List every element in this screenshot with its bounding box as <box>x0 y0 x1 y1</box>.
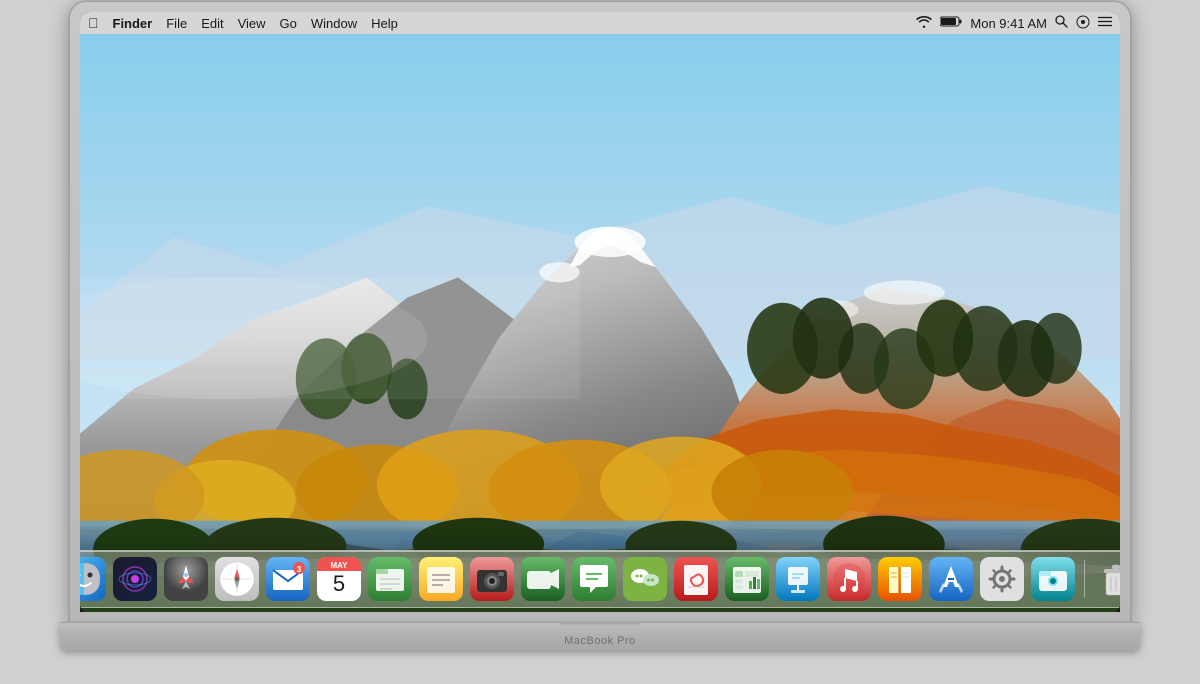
menubar:  Finder File Edit View Go Window Help <box>80 12 1120 34</box>
macbook-outer:  Finder File Edit View Go Window Help <box>50 2 1150 682</box>
dock-photos[interactable] <box>1030 556 1076 602</box>
screen:  Finder File Edit View Go Window Help <box>80 12 1120 612</box>
svg-text:5: 5 <box>333 571 345 596</box>
dock-photobooth[interactable] <box>469 556 515 602</box>
dock-facetime[interactable] <box>520 556 566 602</box>
window-menu[interactable]: Window <box>311 16 357 31</box>
view-menu[interactable]: View <box>238 16 266 31</box>
help-menu[interactable]: Help <box>371 16 398 31</box>
siri-icon[interactable] <box>1076 15 1090 32</box>
svg-text:MAY: MAY <box>330 561 348 570</box>
dock-launchpad[interactable] <box>163 556 209 602</box>
dock-mail[interactable]: 3 <box>265 556 311 602</box>
dock-books[interactable] <box>877 556 923 602</box>
dock-drawboard[interactable] <box>673 556 719 602</box>
dock-safari[interactable] <box>214 556 260 602</box>
dock-messages[interactable] <box>571 556 617 602</box>
dock-reminders[interactable] <box>418 556 464 602</box>
macbook-base: MacBook Pro <box>60 622 1140 650</box>
svg-text:3: 3 <box>297 565 302 574</box>
file-menu[interactable]: File <box>166 16 187 31</box>
dock-separator <box>1084 560 1085 598</box>
dock-music[interactable] <box>826 556 872 602</box>
dock-appstore[interactable] <box>928 556 974 602</box>
macbook-lid:  Finder File Edit View Go Window Help <box>70 2 1130 622</box>
wifi-icon[interactable] <box>916 16 932 31</box>
search-icon[interactable] <box>1055 15 1068 31</box>
apple-menu[interactable]:  <box>88 16 99 30</box>
control-center-icon[interactable] <box>1098 16 1112 30</box>
trackpad-notch <box>560 622 640 626</box>
dock-sysprefs[interactable] <box>979 556 1025 602</box>
macbook-model-label: MacBook Pro <box>564 635 636 647</box>
wallpaper: 3 MAY 5 <box>80 34 1120 612</box>
dock-files[interactable] <box>367 556 413 602</box>
dock-wechat[interactable] <box>622 556 668 602</box>
battery-icon[interactable] <box>940 16 962 30</box>
dock-siri[interactable] <box>112 556 158 602</box>
dock-calendar[interactable]: MAY 5 <box>316 556 362 602</box>
dock-finder[interactable] <box>80 556 107 602</box>
clock-display: Mon 9:41 AM <box>970 16 1047 31</box>
menubar-right: Mon 9:41 AM <box>916 15 1112 32</box>
menubar-left:  Finder File Edit View Go Window Help <box>88 16 398 31</box>
finder-menu[interactable]: Finder <box>113 16 153 31</box>
dock-trash[interactable] <box>1093 556 1120 602</box>
dock-numbers[interactable] <box>724 556 770 602</box>
dock-container: 3 MAY 5 <box>80 550 1120 608</box>
edit-menu[interactable]: Edit <box>201 16 223 31</box>
go-menu[interactable]: Go <box>280 16 297 31</box>
dock-keynote[interactable] <box>775 556 821 602</box>
dock: 3 MAY 5 <box>80 550 1120 608</box>
screen-bezel:  Finder File Edit View Go Window Help <box>80 12 1120 612</box>
